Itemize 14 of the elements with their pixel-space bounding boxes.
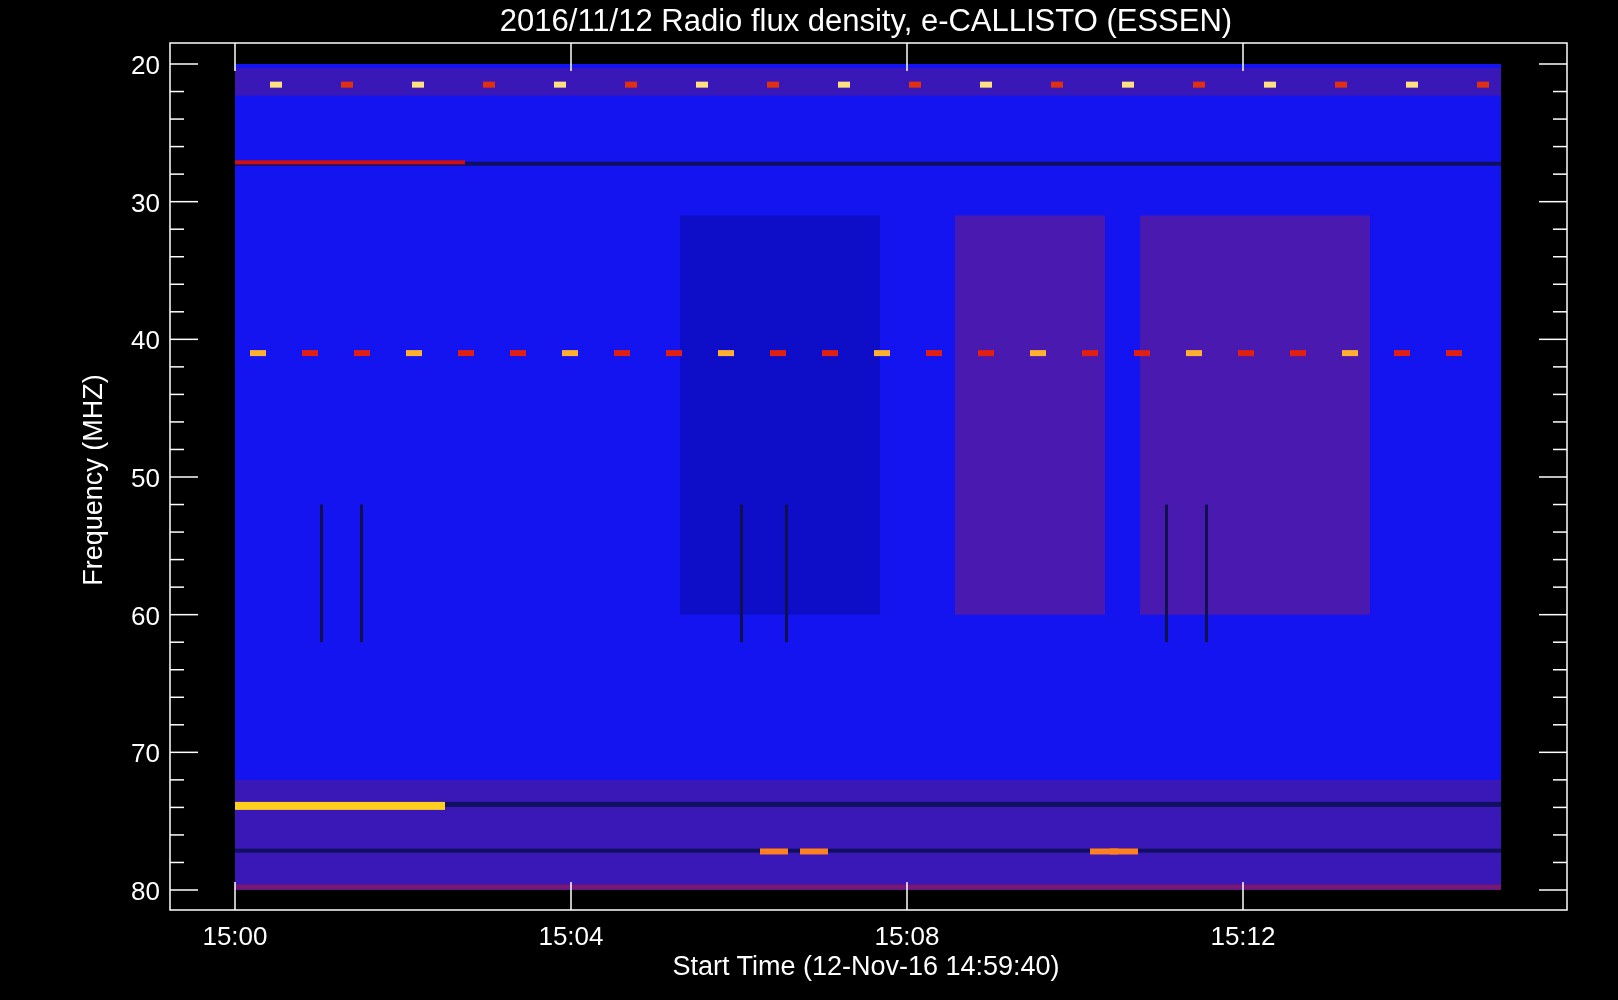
x-axis-label: Start Time (12-Nov-16 14:59:40) <box>672 951 1060 981</box>
y-axis-label: Frequency (MHZ) <box>78 374 108 586</box>
y-tick-label: 20 <box>131 50 160 80</box>
y-tick-label: 70 <box>131 738 160 769</box>
x-tick-label: 15:08 <box>874 921 940 951</box>
y-tick-label: 50 <box>131 463 160 493</box>
y-tick-label: 80 <box>131 876 160 906</box>
x-tick-label: 15:04 <box>538 921 604 951</box>
y-tick-label: 40 <box>131 325 160 356</box>
plot-title: 2016/11/12 Radio flux density, e-CALLISTO (ESSEN) <box>499 3 1233 38</box>
x-tick-label: 15:00 <box>202 921 268 951</box>
x-tick-label: 15:12 <box>1210 921 1276 951</box>
y-tick-label: 30 <box>131 187 160 218</box>
y-tick-label: 60 <box>131 600 160 631</box>
